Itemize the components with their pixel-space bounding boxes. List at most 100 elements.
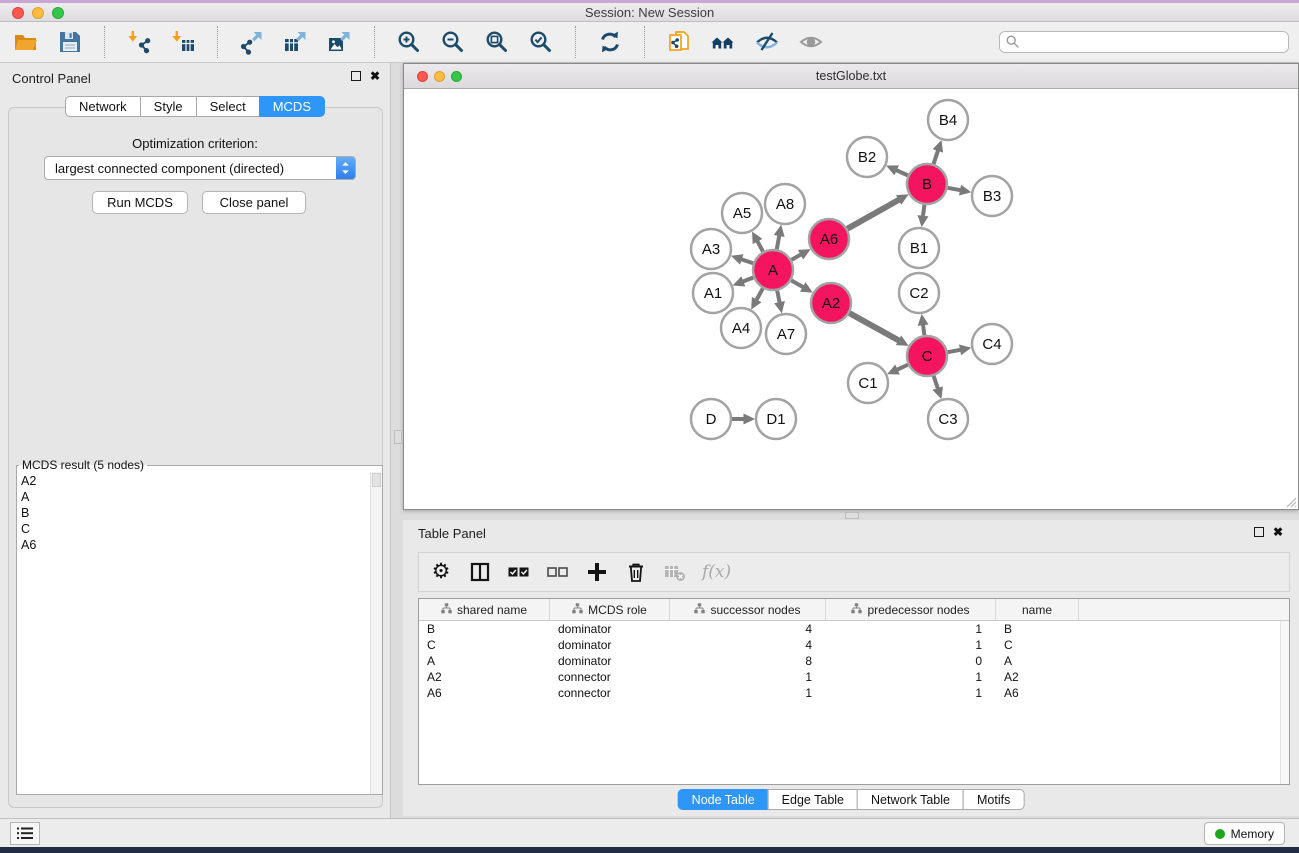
table-cell[interactable]: 4 xyxy=(670,621,826,637)
table-cell[interactable]: A2 xyxy=(996,669,1079,685)
table-cell[interactable]: A6 xyxy=(996,685,1079,701)
first-neighbors-icon[interactable] xyxy=(709,28,737,56)
save-session-icon[interactable] xyxy=(56,28,84,56)
graph-edge-A-A7[interactable] xyxy=(777,291,780,305)
search-field[interactable] xyxy=(999,31,1289,53)
tab-style[interactable]: Style xyxy=(140,96,197,117)
show-all-icon[interactable] xyxy=(797,28,825,56)
column-header-predecessor-nodes[interactable]: predecessor nodes xyxy=(826,599,996,620)
graph-node-B2[interactable]: B2 xyxy=(847,137,887,177)
table-cell[interactable]: dominator xyxy=(550,637,670,653)
table-row[interactable]: A6connector11A6 xyxy=(419,685,1289,701)
table-cell[interactable]: 1 xyxy=(826,621,996,637)
graph-edge-A-A2[interactable] xyxy=(791,280,805,288)
graph-edge-B-B3[interactable] xyxy=(948,188,963,191)
run-mcds-button[interactable]: Run MCDS xyxy=(92,191,188,214)
graph-node-B[interactable]: B xyxy=(907,164,947,204)
search-input[interactable] xyxy=(999,31,1289,53)
result-scrollbar[interactable] xyxy=(370,472,382,794)
split-handle-vertical[interactable] xyxy=(394,430,402,444)
result-item[interactable]: A6 xyxy=(21,537,370,553)
graph-node-B1[interactable]: B1 xyxy=(899,228,939,268)
memory-button[interactable]: Memory xyxy=(1204,822,1285,845)
graph-edge-A-A6[interactable] xyxy=(791,254,802,260)
table-cell[interactable]: connector xyxy=(550,685,670,701)
graph-node-A2[interactable]: A2 xyxy=(811,283,851,323)
window-resize-grip[interactable] xyxy=(1285,496,1297,508)
graph-node-A8[interactable]: A8 xyxy=(765,184,805,224)
graph-edge-B-B1[interactable] xyxy=(923,205,925,218)
import-network-from-file-icon[interactable] xyxy=(125,28,153,56)
table-cell[interactable]: connector xyxy=(550,669,670,685)
tab-motifs[interactable]: Motifs xyxy=(963,789,1024,810)
task-history-button[interactable] xyxy=(10,822,40,845)
delete-columns-icon[interactable] xyxy=(624,559,648,585)
graph-edge-A-A5[interactable] xyxy=(756,239,763,251)
table-cell[interactable]: A xyxy=(419,653,550,669)
graph-node-A3[interactable]: A3 xyxy=(691,229,731,269)
result-item[interactable]: C xyxy=(21,521,370,537)
tab-node-table[interactable]: Node Table xyxy=(678,789,769,810)
table-cell[interactable]: 8 xyxy=(670,653,826,669)
graph-edge-A-A1[interactable] xyxy=(741,278,753,283)
zoom-out-icon[interactable] xyxy=(439,28,467,56)
graph-edge-A-A3[interactable] xyxy=(739,259,753,264)
apply-preferred-layout-icon[interactable] xyxy=(596,28,624,56)
criterion-dropdown[interactable]: largest connected component (directed) xyxy=(44,156,356,180)
split-handle-horizontal[interactable] xyxy=(845,512,859,519)
network-window-titlebar[interactable]: testGlobe.txt xyxy=(404,64,1298,89)
graph-node-D1[interactable]: D1 xyxy=(756,399,796,439)
table-cell[interactable]: 4 xyxy=(670,637,826,653)
show-columns-icon[interactable] xyxy=(468,559,492,585)
export-image-icon[interactable] xyxy=(326,28,354,56)
table-cell[interactable]: 1 xyxy=(826,685,996,701)
table-cell[interactable]: 1 xyxy=(826,669,996,685)
table-cell[interactable]: 1 xyxy=(826,637,996,653)
table-scrollbar[interactable] xyxy=(1280,621,1289,784)
graph-node-D[interactable]: D xyxy=(691,399,731,439)
float-table-panel-icon[interactable] xyxy=(1254,527,1264,537)
table-cell[interactable]: C xyxy=(996,637,1079,653)
table-cell[interactable]: A6 xyxy=(419,685,550,701)
graph-node-C2[interactable]: C2 xyxy=(899,273,939,313)
tab-mcds[interactable]: MCDS xyxy=(259,96,325,117)
close-panel-button[interactable]: Close panel xyxy=(202,191,306,214)
table-cell[interactable]: 1 xyxy=(670,685,826,701)
table-cell[interactable]: B xyxy=(996,621,1079,637)
open-session-icon[interactable] xyxy=(12,28,40,56)
tab-network[interactable]: Network xyxy=(65,96,141,117)
graph-node-A7[interactable]: A7 xyxy=(766,314,806,354)
graph-node-C4[interactable]: C4 xyxy=(972,324,1012,364)
graph-node-A5[interactable]: A5 xyxy=(722,193,762,233)
graph-edge-A6-B[interactable] xyxy=(847,199,901,229)
tab-select[interactable]: Select xyxy=(196,96,260,117)
graph-node-A6[interactable]: A6 xyxy=(809,219,849,259)
graph-edge-C-C4[interactable] xyxy=(948,349,963,352)
graph-node-A[interactable]: A xyxy=(753,250,793,290)
network-canvas[interactable]: AA1A2A3A4A5A6A7A8BB1B2B3B4CC1C2C3C4DD1 xyxy=(404,89,1298,509)
table-row[interactable]: Adominator80A xyxy=(419,653,1289,669)
graph-edge-C-C1[interactable] xyxy=(895,365,908,371)
graph-edge-C-C2[interactable] xyxy=(923,323,925,335)
tab-network-table[interactable]: Network Table xyxy=(857,789,964,810)
export-network-icon[interactable] xyxy=(238,28,266,56)
duplicate-network-icon[interactable] xyxy=(665,28,693,56)
graph-edge-A2-C[interactable] xyxy=(849,313,900,341)
table-cell[interactable]: 1 xyxy=(670,669,826,685)
tab-edge-table[interactable]: Edge Table xyxy=(768,789,858,810)
table-mode-icon[interactable]: ⚙ xyxy=(429,559,453,585)
graph-edge-B-B2[interactable] xyxy=(894,169,907,175)
export-table-icon[interactable] xyxy=(282,28,310,56)
hide-selected-icon[interactable] xyxy=(753,28,781,56)
table-row[interactable]: Bdominator41B xyxy=(419,621,1289,637)
result-item[interactable]: A2 xyxy=(21,473,370,489)
column-header-successor-nodes[interactable]: successor nodes xyxy=(670,599,826,620)
table-cell[interactable]: A xyxy=(996,653,1079,669)
result-item[interactable]: A xyxy=(21,489,370,505)
table-cell[interactable]: B xyxy=(419,621,550,637)
zoom-selected-icon[interactable] xyxy=(527,28,555,56)
graph-edge-C-C3[interactable] xyxy=(934,376,939,391)
graph-node-C1[interactable]: C1 xyxy=(848,363,888,403)
float-panel-icon[interactable] xyxy=(351,71,361,81)
graph-node-B3[interactable]: B3 xyxy=(972,176,1012,216)
